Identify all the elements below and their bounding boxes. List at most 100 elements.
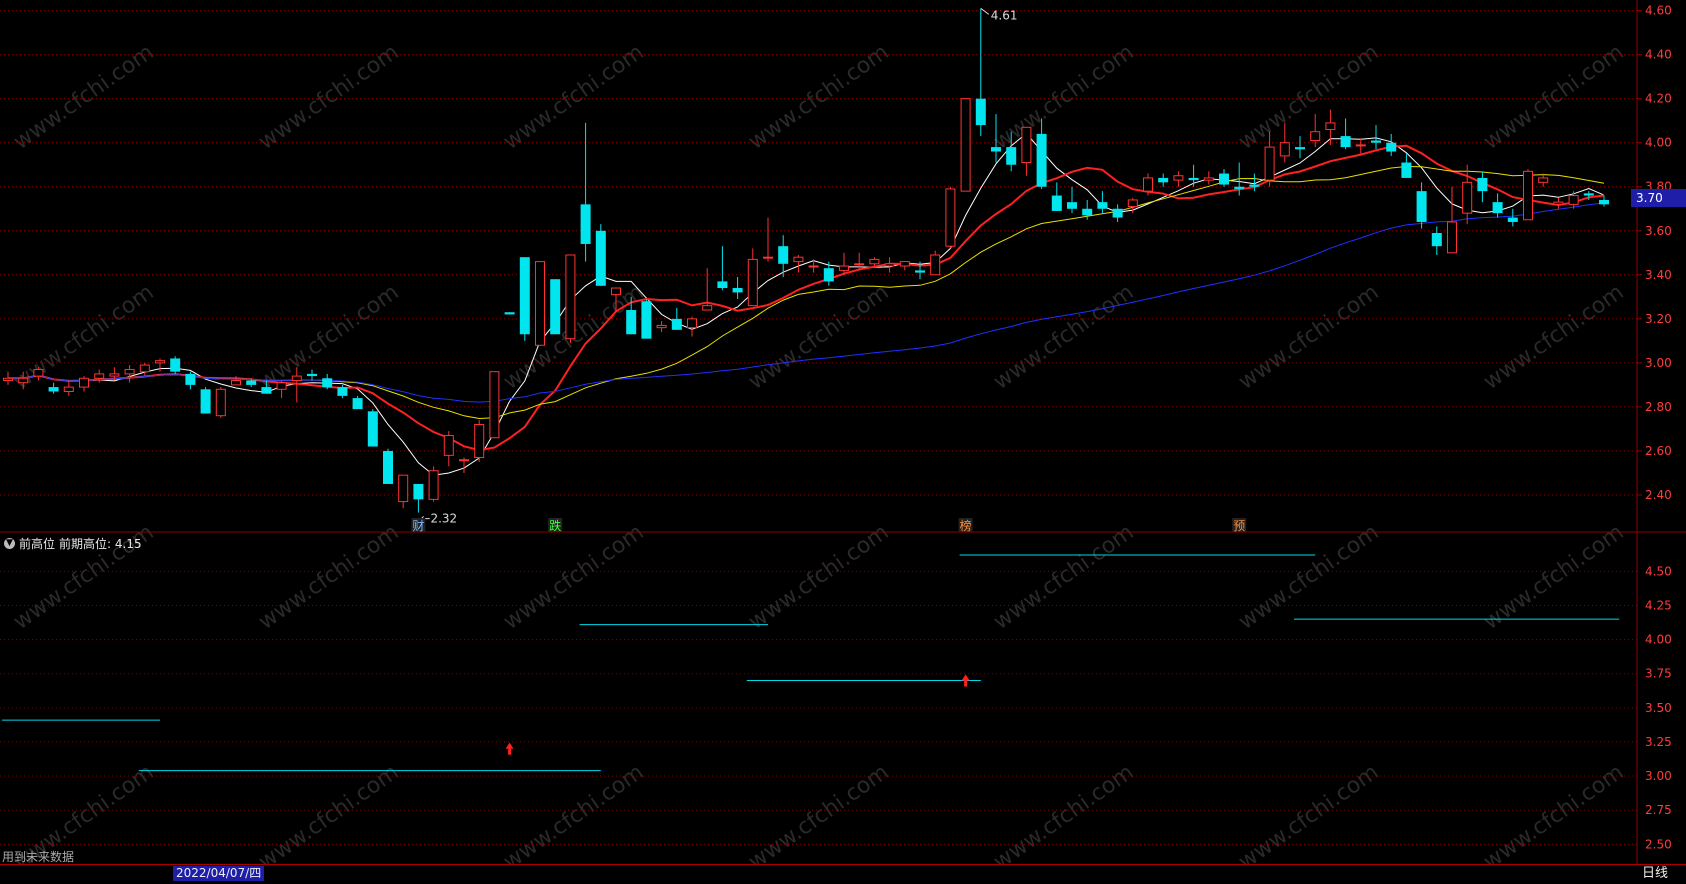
candle-body-up[interactable] xyxy=(1447,221,1457,254)
candle-body-down[interactable] xyxy=(1386,142,1397,152)
event-marker[interactable]: 榜 xyxy=(960,518,972,533)
candle-body-down[interactable] xyxy=(322,378,333,388)
candle-body-down[interactable] xyxy=(48,387,59,392)
candle-body-down[interactable] xyxy=(580,204,591,244)
candle-body-down[interactable] xyxy=(1051,195,1062,211)
candle-body-up[interactable] xyxy=(276,382,287,390)
candle-body-up[interactable] xyxy=(763,256,773,259)
candle-body-down[interactable] xyxy=(1371,140,1381,143)
candle-body-down[interactable] xyxy=(641,301,652,339)
candle-body-up[interactable] xyxy=(1279,142,1290,157)
candle-body-up[interactable] xyxy=(1127,199,1138,208)
candle-body-down[interactable] xyxy=(413,483,424,500)
candle-body-down[interactable] xyxy=(1036,133,1047,187)
candle-body-down[interactable] xyxy=(915,270,925,273)
candle-body-up[interactable] xyxy=(960,98,971,192)
candle-body-down[interactable] xyxy=(626,310,637,335)
candle-body-down[interactable] xyxy=(246,380,257,385)
stock-chart[interactable]: www.cfchi.com www.cfchi.com www.cfchi.com w… xyxy=(0,0,1686,883)
candle-body-up[interactable] xyxy=(79,377,89,388)
candle-body-up[interactable] xyxy=(428,470,439,500)
candle-body-down[interactable] xyxy=(1431,232,1442,247)
candle-body-up[interactable] xyxy=(687,318,697,329)
event-marker[interactable]: 预 xyxy=(1233,519,1245,533)
candle-body-down[interactable] xyxy=(1340,136,1351,148)
candle-body-up[interactable] xyxy=(1355,144,1366,147)
candle-body-up[interactable] xyxy=(565,254,576,340)
candle-body-down[interactable] xyxy=(1188,177,1199,181)
candle-body-up[interactable] xyxy=(1203,177,1214,181)
candle-body-up[interactable] xyxy=(474,424,485,459)
period-label[interactable]: 日线 xyxy=(1642,864,1668,883)
candle-body-up[interactable] xyxy=(702,305,713,311)
candle-body-up[interactable] xyxy=(656,324,667,329)
candle-body-up[interactable] xyxy=(1173,175,1184,181)
candle-body-down[interactable] xyxy=(1416,191,1427,222)
candle-body-up[interactable] xyxy=(1553,201,1564,205)
candle-body-up[interactable] xyxy=(109,373,120,377)
candle-body-down[interactable] xyxy=(185,373,196,385)
indicator-title[interactable]: ▼ 前高位 前期高位: 4.15 xyxy=(4,535,142,552)
candle-body-down[interactable] xyxy=(1295,147,1305,150)
candle-body-down[interactable] xyxy=(717,281,728,289)
candle-body-down[interactable] xyxy=(1401,162,1412,178)
candle-body-up[interactable] xyxy=(930,254,941,276)
candle-body-down[interactable] xyxy=(1234,186,1245,189)
candle-body-down[interactable] xyxy=(1477,177,1488,192)
candle-body-up[interactable] xyxy=(1538,177,1549,183)
candle-body-up[interactable] xyxy=(899,261,910,267)
candle-body-up[interactable] xyxy=(611,287,621,296)
candle-body-up[interactable] xyxy=(18,377,29,384)
candle-body-up[interactable] xyxy=(63,386,74,392)
candle-body-down[interactable] xyxy=(823,268,834,282)
candle-body-down[interactable] xyxy=(1158,177,1169,183)
candle-body-down[interactable] xyxy=(200,389,211,414)
candle-body-up[interactable] xyxy=(1310,131,1321,142)
candle-body-down[interactable] xyxy=(671,318,682,330)
candle-body-down[interactable] xyxy=(1507,217,1518,222)
candle-body-up[interactable] xyxy=(1568,195,1579,205)
candle-body-up[interactable] xyxy=(3,377,13,381)
candle-body-down[interactable] xyxy=(307,373,317,377)
candle-body-down[interactable] xyxy=(595,230,606,286)
candle-body-down[interactable] xyxy=(778,246,789,264)
candle-body-down[interactable] xyxy=(1112,208,1123,218)
candle-body-up[interactable] xyxy=(945,188,956,247)
candle-body-up[interactable] xyxy=(1264,146,1275,181)
candle-body-up[interactable] xyxy=(1325,122,1336,130)
candle-body-down[interactable] xyxy=(367,411,378,447)
candle-body-down[interactable] xyxy=(1006,147,1017,165)
candle-body-up[interactable] xyxy=(808,265,819,268)
candle-body-down[interactable] xyxy=(975,98,986,126)
candle-body-up[interactable] xyxy=(535,261,545,346)
candle-body-up[interactable] xyxy=(1523,170,1533,221)
candle-body-up[interactable] xyxy=(459,459,469,462)
candle-body-down[interactable] xyxy=(352,398,363,410)
candle-body-down[interactable] xyxy=(991,147,1001,152)
candle-body-up[interactable] xyxy=(1021,126,1032,164)
candle-body-up[interactable] xyxy=(869,258,880,265)
candle-body-down[interactable] xyxy=(504,312,515,315)
candle-body-up[interactable] xyxy=(489,371,500,439)
chevron-down-icon[interactable]: ▼ xyxy=(4,538,15,549)
candle-body-down[interactable] xyxy=(550,279,561,335)
candle-body-up[interactable] xyxy=(747,258,758,307)
candle-body-down[interactable] xyxy=(519,257,530,335)
candle-body-up[interactable] xyxy=(139,364,150,373)
candle-body-up[interactable] xyxy=(33,368,44,377)
candle-body-down[interactable] xyxy=(1249,184,1260,187)
candle-body-down[interactable] xyxy=(337,387,348,396)
candle-body-up[interactable] xyxy=(793,256,804,263)
candle-body-down[interactable] xyxy=(1599,199,1609,205)
event-marker[interactable]: 财 xyxy=(412,519,424,533)
candle-body-up[interactable] xyxy=(884,263,895,267)
candle-body-down[interactable] xyxy=(383,450,393,484)
candle-body-up[interactable] xyxy=(443,435,454,456)
candle-body-up[interactable] xyxy=(231,379,241,386)
candle-body-down[interactable] xyxy=(1067,202,1077,209)
candle-body-up[interactable] xyxy=(155,360,165,364)
candle-body-down[interactable] xyxy=(1219,173,1229,185)
candle-body-down[interactable] xyxy=(1097,202,1108,209)
candle-body-down[interactable] xyxy=(170,358,181,372)
candle-body-up[interactable] xyxy=(839,265,849,271)
